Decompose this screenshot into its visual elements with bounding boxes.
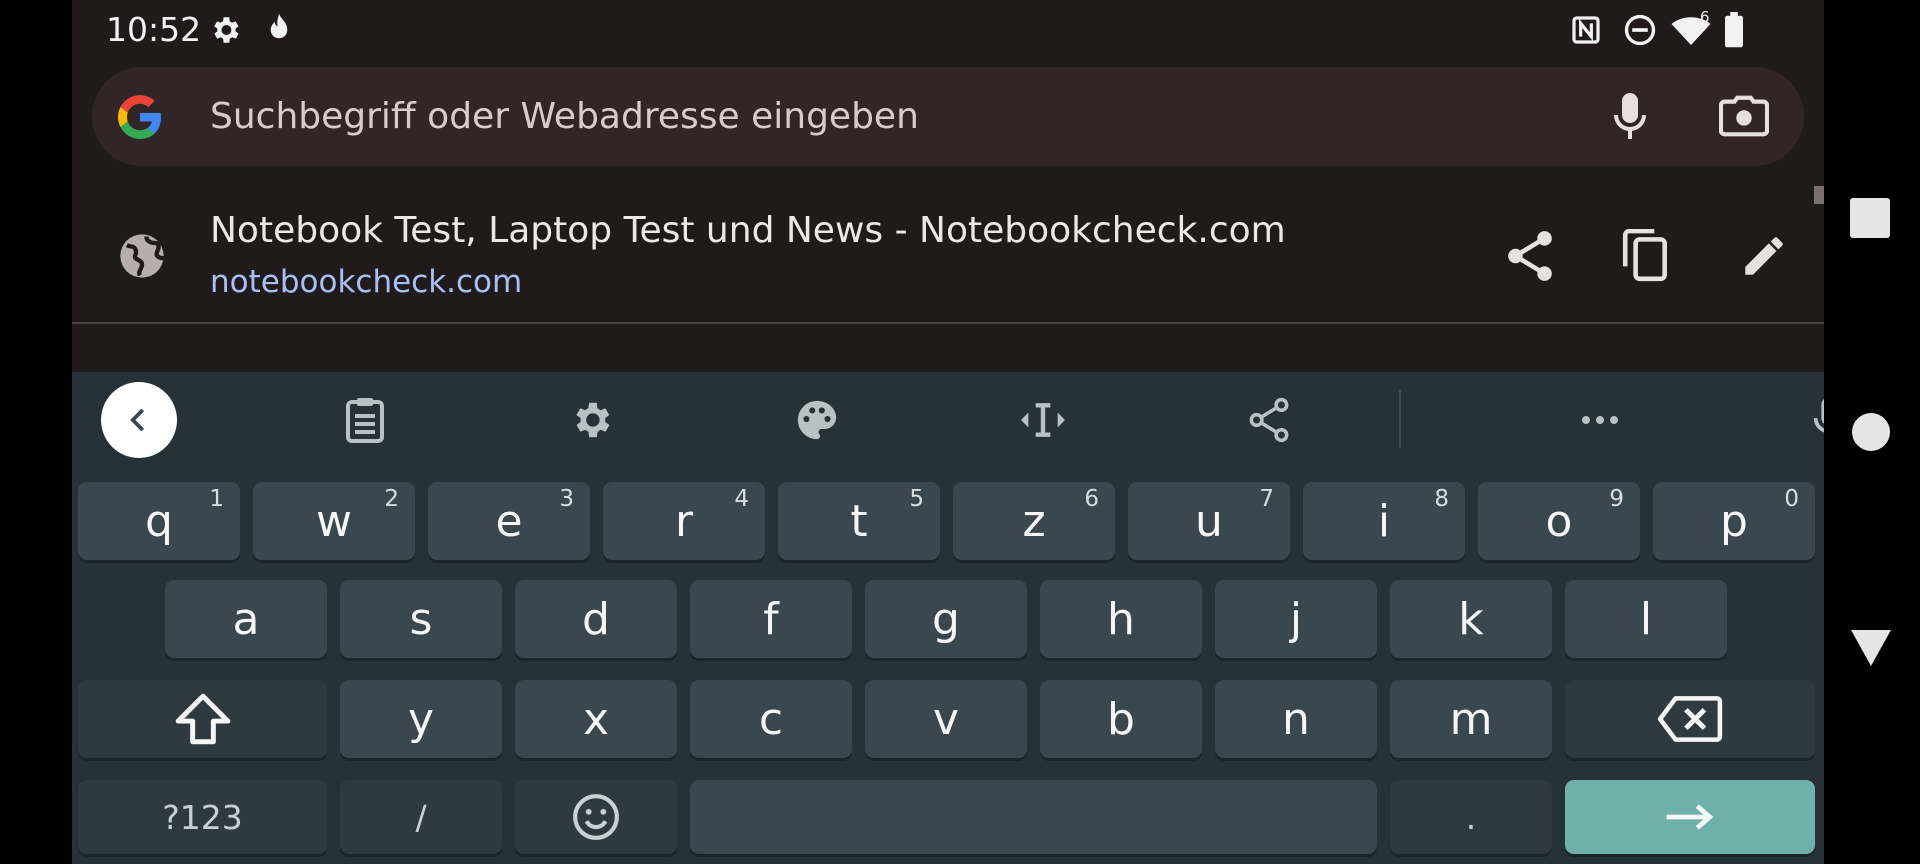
wifi-icon: 6 xyxy=(1670,8,1712,48)
key-p[interactable]: p0 xyxy=(1653,482,1815,560)
google-logo xyxy=(114,91,166,143)
navigation-bar xyxy=(1824,0,1920,864)
key-hint: 8 xyxy=(1434,486,1449,512)
keyboard-back-icon[interactable] xyxy=(101,382,177,458)
search-input[interactable]: Suchbegriff oder Webadresse eingeben xyxy=(210,67,919,166)
key-e[interactable]: e3 xyxy=(428,482,590,560)
slash-key[interactable]: / xyxy=(340,780,502,854)
battery-icon xyxy=(1724,12,1744,48)
key-hint: 4 xyxy=(734,486,749,512)
key-q[interactable]: q1 xyxy=(78,482,240,560)
keyboard-share-icon[interactable] xyxy=(1231,382,1307,458)
key-a[interactable]: a xyxy=(165,580,327,658)
share-icon[interactable] xyxy=(1498,224,1562,288)
key-hint: 7 xyxy=(1259,486,1274,512)
key-label: e xyxy=(495,495,523,547)
home-icon[interactable] xyxy=(1852,413,1890,451)
voice-input-icon[interactable] xyxy=(1791,382,1824,458)
key-label: p xyxy=(1720,495,1748,547)
key-m[interactable]: m xyxy=(1390,680,1552,758)
key-label: o xyxy=(1545,495,1573,547)
key-n[interactable]: n xyxy=(1215,680,1377,758)
divider xyxy=(72,322,1824,324)
key-g[interactable]: g xyxy=(865,580,1027,658)
key-x[interactable]: x xyxy=(515,680,677,758)
arrow-right-icon xyxy=(1666,804,1714,830)
key-label: t xyxy=(850,495,868,547)
key-r[interactable]: r4 xyxy=(603,482,765,560)
key-c[interactable]: c xyxy=(690,680,852,758)
flame-icon xyxy=(262,12,296,48)
key-hint: 0 xyxy=(1784,486,1799,512)
key-i[interactable]: i8 xyxy=(1303,482,1465,560)
backspace-key[interactable] xyxy=(1565,680,1815,758)
keyboard-settings-icon[interactable] xyxy=(553,382,629,458)
suggestion-title[interactable]: Notebook Test, Laptop Test und News - No… xyxy=(210,210,1286,251)
status-time: 10:52 xyxy=(106,10,202,49)
palette-icon[interactable] xyxy=(779,382,855,458)
key-k[interactable]: k xyxy=(1390,580,1552,658)
do-not-disturb-icon xyxy=(1623,12,1657,48)
key-u[interactable]: u7 xyxy=(1128,482,1290,560)
keyboard: q1 w2 e3 r4 t5 z6 u7 i8 o9 p0 a s d f g … xyxy=(72,372,1824,864)
back-icon[interactable] xyxy=(1850,628,1892,668)
emoji-key[interactable] xyxy=(515,780,677,854)
key-label: q xyxy=(145,495,173,547)
backspace-icon xyxy=(1657,696,1723,742)
space-key[interactable] xyxy=(690,780,1377,854)
key-y[interactable]: y xyxy=(340,680,502,758)
camera-icon[interactable] xyxy=(1714,89,1774,145)
key-label: w xyxy=(316,495,352,547)
key-hint: 2 xyxy=(384,486,399,512)
search-bar[interactable]: Suchbegriff oder Webadresse eingeben xyxy=(92,67,1804,166)
key-w[interactable]: w2 xyxy=(253,482,415,560)
key-s[interactable]: s xyxy=(340,580,502,658)
key-label: z xyxy=(1022,495,1046,547)
key-h[interactable]: h xyxy=(1040,580,1202,658)
key-j[interactable]: j xyxy=(1215,580,1377,658)
key-l[interactable]: l xyxy=(1565,580,1727,658)
suggestion-item[interactable]: Notebook Test, Laptop Test und News - No… xyxy=(72,170,1824,322)
key-hint: 9 xyxy=(1609,486,1624,512)
more-icon[interactable] xyxy=(1562,382,1638,458)
key-label: u xyxy=(1195,495,1223,547)
wifi-badge: 6 xyxy=(1700,8,1710,26)
enter-key[interactable] xyxy=(1565,780,1815,854)
recents-icon[interactable] xyxy=(1850,198,1890,238)
gear-icon xyxy=(208,12,242,48)
key-d[interactable]: d xyxy=(515,580,677,658)
key-z[interactable]: z6 xyxy=(953,482,1115,560)
clipboard-icon[interactable] xyxy=(327,382,403,458)
scrollbar-thumb[interactable] xyxy=(1814,186,1824,204)
toolbar-separator xyxy=(1399,390,1401,448)
copy-icon[interactable] xyxy=(1614,224,1678,288)
shift-icon xyxy=(175,693,230,745)
key-label: r xyxy=(674,495,694,547)
period-key[interactable]: . xyxy=(1390,780,1552,854)
microphone-icon[interactable] xyxy=(1602,89,1658,145)
symbols-key[interactable]: ?123 xyxy=(78,780,327,854)
key-hint: 6 xyxy=(1084,486,1099,512)
key-hint: 1 xyxy=(209,486,224,512)
nfc-icon xyxy=(1570,12,1602,48)
key-hint: 3 xyxy=(559,486,574,512)
key-f[interactable]: f xyxy=(690,580,852,658)
cursor-icon[interactable] xyxy=(1005,382,1081,458)
key-o[interactable]: o9 xyxy=(1478,482,1640,560)
emoji-icon xyxy=(573,794,619,840)
phone-screen: 10:52 6 Suchbegriff oder Webadresse eing… xyxy=(72,0,1824,864)
globe-icon xyxy=(112,226,172,286)
suggestion-url[interactable]: notebookcheck.com xyxy=(210,264,522,300)
key-b[interactable]: b xyxy=(1040,680,1202,758)
key-hint: 5 xyxy=(909,486,924,512)
edit-icon[interactable] xyxy=(1732,224,1796,288)
shift-key[interactable] xyxy=(78,680,327,758)
key-t[interactable]: t5 xyxy=(778,482,940,560)
key-label: i xyxy=(1377,495,1391,547)
key-v[interactable]: v xyxy=(865,680,1027,758)
